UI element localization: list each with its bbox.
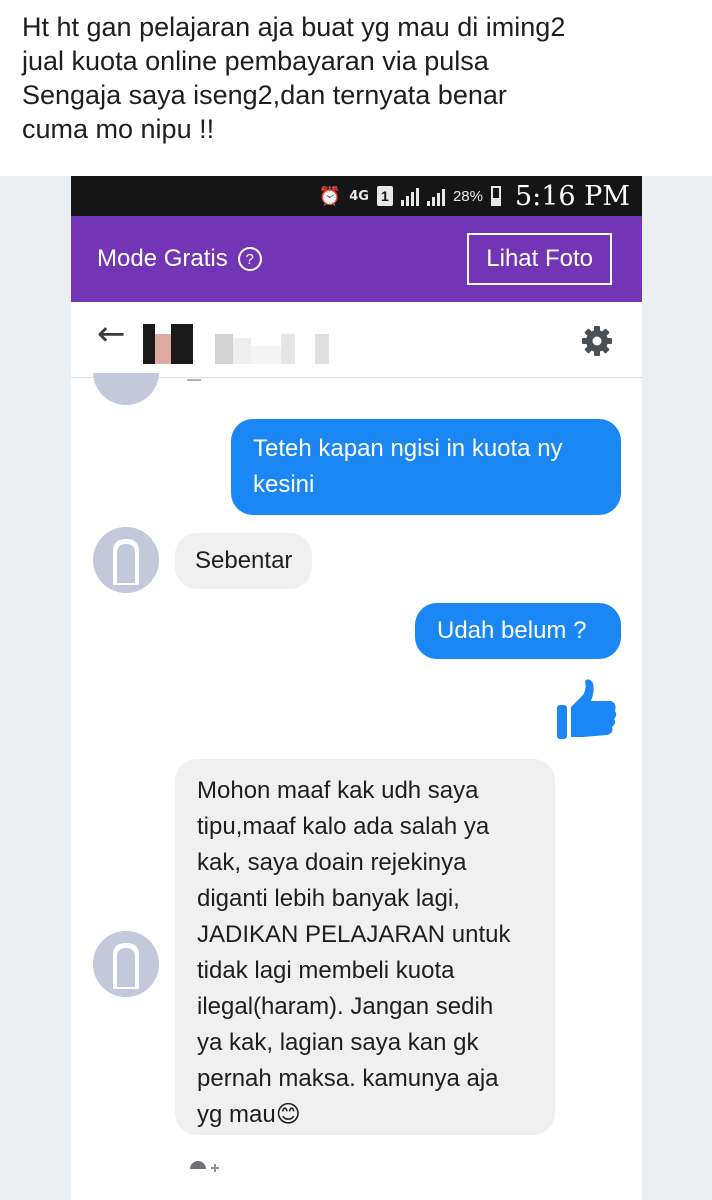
clock: 5:16 PM [514,180,630,212]
battery-percent: 28% [452,187,483,205]
chat-header: ← [71,302,642,378]
help-icon[interactable]: ? [237,247,262,271]
free-mode-title: Mode Gratis ? [97,245,262,273]
post-caption: Ht ht gan pelajaran aja buat yg mau di i… [22,10,702,146]
signal-icon [400,186,419,206]
message-line: ya kak, lagian saya kan gk [197,1029,479,1056]
sim-icon: 1 [376,186,393,206]
free-mode-bar: Mode Gratis ? Lihat Foto [71,216,642,302]
caption-line: Sengaja saya iseng2,dan ternyata benar [22,80,507,110]
outgoing-message[interactable]: Udah belum ? [415,603,621,659]
caption-line: cuma mo nipu !! [22,114,215,144]
message-line: Sebentar [195,547,293,574]
message-line: ilegal(haram). Jangan sedih [197,993,494,1020]
avatar-silhouette-icon [93,931,159,997]
message-line: Teteh kapan ngisi in kuota ny [253,435,563,462]
network-type: 4G [349,188,369,204]
message-line: kak, saya doain rejekinya [197,849,467,876]
message-line: Udah belum ? [437,617,587,644]
avatar [93,373,159,407]
status-bar: ⏰ 4G 1 28% 5:16 PM [71,176,642,216]
message-line: kesini [253,471,315,498]
post-image-margin-right [642,176,712,1200]
avatar[interactable] [93,527,159,593]
avatar[interactable] [93,931,159,997]
incoming-message[interactable]: Sebentar [175,533,313,589]
conversation: Teteh kapan ngisi in kuota ny kesini Seb… [71,373,642,1200]
free-mode-label: Mode Gratis [97,245,228,272]
gear-icon[interactable] [580,324,614,358]
view-photos-button[interactable]: Lihat Foto [467,233,612,285]
messenger-screenshot: ⏰ 4G 1 28% 5:16 PM Mode Gratis ? Lihat F… [71,176,642,1200]
alarm-icon: ⏰ [318,185,342,207]
message-line: diganti lebih banyak lagi, [197,885,460,912]
thumbs-up-icon[interactable] [553,675,621,743]
back-arrow-icon[interactable]: ← [97,314,126,354]
message-line: pernah maksa. kamunya aja [197,1065,499,1092]
message-line: tidak lagi membeli kuota [197,957,455,984]
seen-indicator-icon [190,1161,219,1179]
incoming-message[interactable]: Mohon maaf kak udh saya tipu,maaf kalo a… [175,759,555,1135]
timestamp-fragment [187,379,201,381]
caption-line: jual kuota online pembayaran via pulsa [22,46,489,76]
message-line: JADIKAN PELAJARAN untuk [197,921,511,948]
redacted-contact-name[interactable] [143,320,329,364]
message-line: tipu,maaf kalo ada salah ya [197,813,490,840]
post-image-margin-left [0,176,71,1200]
message-line: Mohon maaf kak udh saya [197,777,479,804]
caption-line: Ht ht gan pelajaran aja buat yg mau di i… [22,12,566,42]
battery-icon [490,186,501,206]
signal-icon-2 [426,186,445,206]
message-line: yg mau😊 [197,1101,301,1128]
avatar-silhouette-icon [93,527,159,593]
outgoing-message[interactable]: Teteh kapan ngisi in kuota ny kesini [231,419,621,515]
